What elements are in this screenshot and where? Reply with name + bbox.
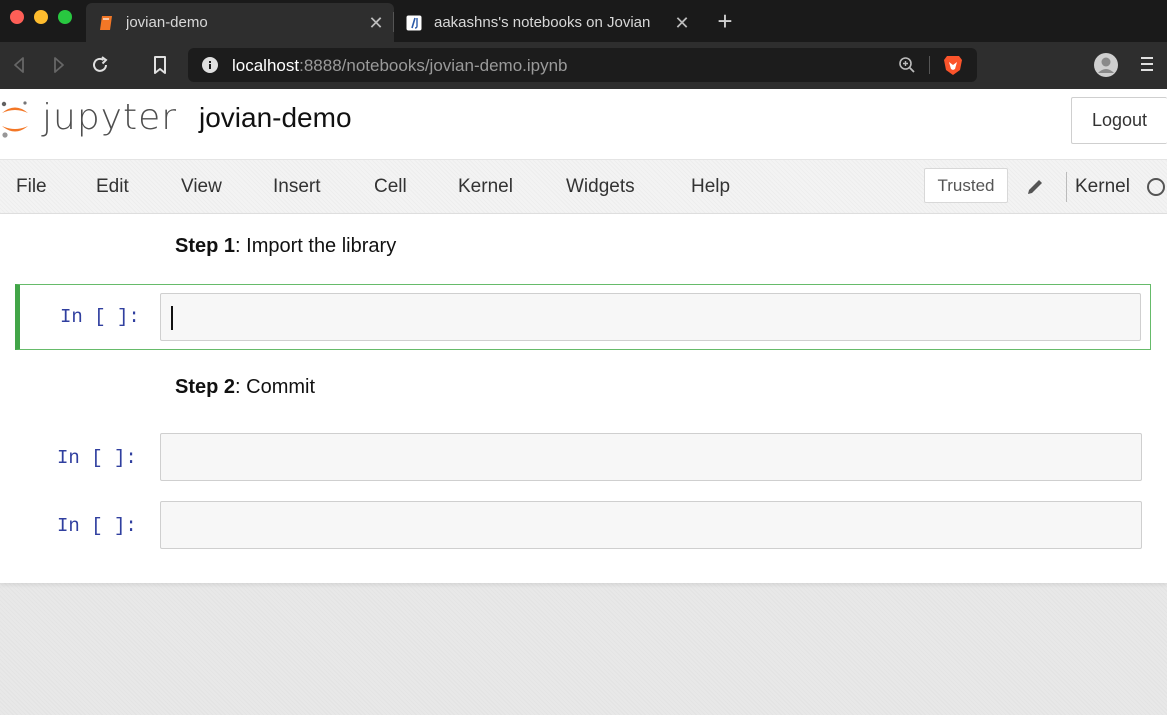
address-bar[interactable]: localhost:8888/notebooks/jovian-demo.ipy… bbox=[188, 48, 977, 82]
code-input[interactable] bbox=[160, 433, 1142, 481]
menu-help[interactable]: Help bbox=[691, 176, 730, 198]
menu-view[interactable]: View bbox=[181, 176, 222, 198]
input-prompt: In [ ]: bbox=[57, 447, 137, 469]
menu-file[interactable]: File bbox=[16, 176, 47, 198]
code-cell-selected[interactable]: In [ ]: bbox=[15, 284, 1151, 350]
tab-close-icon[interactable]: ✕ bbox=[366, 13, 386, 33]
jupyter-logo-icon[interactable] bbox=[0, 98, 30, 140]
input-prompt: In [ ]: bbox=[60, 306, 140, 328]
jupyter-header: jupyter jovian-demo Logout bbox=[0, 89, 1167, 159]
md-bold: Step 2 bbox=[175, 376, 236, 398]
code-input[interactable] bbox=[160, 293, 1141, 341]
md-bold: Step 1 bbox=[175, 235, 236, 257]
zoom-icon[interactable] bbox=[898, 56, 916, 74]
text-caret bbox=[171, 306, 173, 330]
notebook-page: Step 1: Import the library In [ ]: Step … bbox=[0, 214, 1167, 583]
maximize-window-button[interactable] bbox=[58, 10, 72, 24]
browser-toolbar: localhost:8888/notebooks/jovian-demo.ipy… bbox=[0, 42, 1167, 89]
menu-kernel[interactable]: Kernel bbox=[458, 176, 513, 198]
omnibox-separator bbox=[929, 56, 930, 74]
jovian-favicon-icon bbox=[406, 15, 422, 30]
code-cell[interactable]: In [ ]: bbox=[15, 433, 1151, 483]
input-prompt: In [ ]: bbox=[57, 515, 137, 537]
close-window-button[interactable] bbox=[10, 10, 24, 24]
profile-avatar-icon[interactable] bbox=[1093, 52, 1119, 78]
kernel-name: Kernel bbox=[1075, 176, 1130, 197]
tab-jovian-demo[interactable]: jovian-demo ✕ bbox=[86, 3, 394, 42]
pencil-icon[interactable] bbox=[1025, 177, 1045, 197]
url-host: localhost bbox=[232, 56, 300, 75]
notebook-container: Step 1: Import the library In [ ]: Step … bbox=[0, 214, 1167, 715]
url-text[interactable]: localhost:8888/notebooks/jovian-demo.ipy… bbox=[232, 56, 568, 76]
forward-arrow-icon[interactable] bbox=[48, 54, 70, 76]
tab-label: aakashns's notebooks on Jovian bbox=[434, 14, 651, 31]
logout-button[interactable]: Logout bbox=[1071, 97, 1167, 144]
menu-widgets[interactable]: Widgets bbox=[566, 176, 635, 198]
minimize-window-button[interactable] bbox=[34, 10, 48, 24]
reload-icon[interactable] bbox=[89, 54, 111, 76]
notebook-favicon-icon bbox=[100, 15, 112, 30]
notebook-name[interactable]: jovian-demo bbox=[199, 102, 352, 134]
kernel-idle-circle-icon bbox=[1147, 178, 1165, 196]
bookmark-icon[interactable] bbox=[149, 54, 171, 76]
menu-insert[interactable]: Insert bbox=[273, 176, 321, 198]
browser-menu-icon[interactable] bbox=[1140, 55, 1154, 73]
tab-close-icon[interactable]: ✕ bbox=[672, 13, 692, 33]
md-text: : Commit bbox=[235, 376, 316, 398]
md-text: : Import the library bbox=[235, 235, 397, 257]
menu-cell[interactable]: Cell bbox=[374, 176, 407, 198]
code-input[interactable] bbox=[160, 501, 1142, 549]
browser-tab-strip: jovian-demo ✕ aakashns's notebooks on Jo… bbox=[0, 0, 1167, 42]
brave-shield-icon[interactable] bbox=[943, 54, 963, 76]
markdown-cell-step-1[interactable]: Step 1: Import the library bbox=[175, 235, 396, 258]
menu-edit[interactable]: Edit bbox=[96, 176, 129, 198]
markdown-cell-step-2[interactable]: Step 2: Commit bbox=[175, 376, 315, 399]
trusted-indicator[interactable]: Trusted bbox=[924, 168, 1008, 203]
jupyter-wordmark[interactable]: jupyter bbox=[42, 97, 177, 138]
tab-label: jovian-demo bbox=[126, 14, 208, 31]
url-path: :8888/notebooks/jovian-demo.ipynb bbox=[299, 56, 568, 75]
new-tab-plus-icon[interactable]: + bbox=[712, 8, 738, 34]
code-cell[interactable]: In [ ]: bbox=[15, 501, 1151, 551]
kernel-divider bbox=[1066, 172, 1067, 202]
back-arrow-icon[interactable] bbox=[8, 54, 30, 76]
tab-jovian-notebooks[interactable]: aakashns's notebooks on Jovian ✕ bbox=[394, 3, 700, 42]
jupyter-menubar: File Edit View Insert Cell Kernel Widget… bbox=[0, 159, 1167, 214]
site-info-icon[interactable] bbox=[202, 57, 218, 73]
